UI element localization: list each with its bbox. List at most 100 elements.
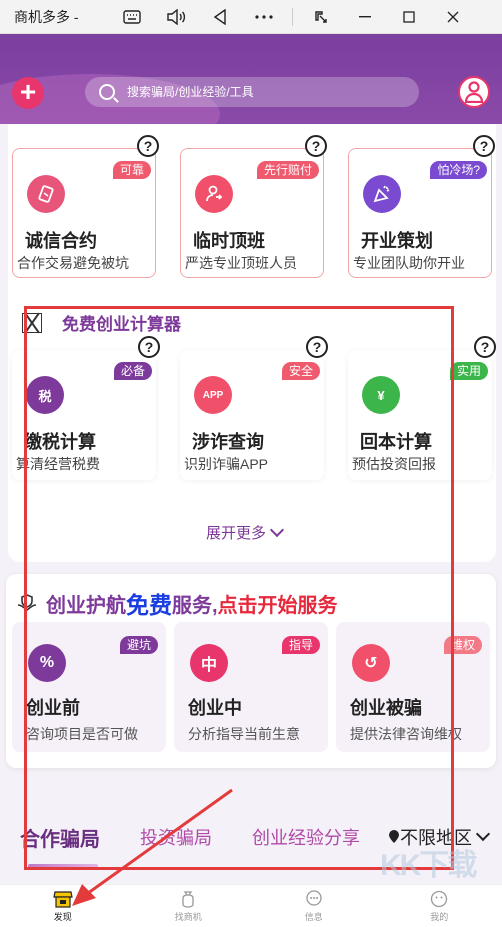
service-panel: 创业护航 免费 服务, 点击开始服务 % 避坑 创业前 咨询项目是否可做 中 指… — [6, 574, 496, 768]
maximize-icon[interactable] — [387, 0, 431, 34]
hand-shield-icon — [17, 594, 37, 612]
window-title: 商机多多 - — [14, 8, 79, 25]
service-card-before[interactable]: % 避坑 创业前 咨询项目是否可做 — [12, 622, 166, 752]
nav-messages[interactable]: 信息 — [251, 885, 377, 927]
tag-badge: 先行赔付 — [256, 161, 319, 179]
minimize-icon[interactable] — [343, 0, 387, 34]
card-title: 创业被骗 — [350, 698, 422, 718]
card-desc: 识别诈骗APP — [184, 456, 269, 472]
watermark-logo: KK下载 — [380, 849, 477, 882]
broken-image-icon — [22, 312, 42, 333]
card-desc: 专业团队助你开业 — [353, 255, 465, 271]
tag-badge: 维权 — [443, 636, 482, 654]
zhong-icon: 中 — [190, 644, 228, 682]
card-tax-calc[interactable]: ? 税 必备 缴税计算 算清经营税费 — [12, 336, 160, 480]
percent-icon: % — [28, 644, 66, 682]
nav-find-business[interactable]: 找商机 — [126, 885, 252, 927]
titlebar-divider — [292, 7, 293, 26]
tab-cooperation-scam[interactable]: 合作骗局 — [20, 823, 100, 852]
user-avatar-button[interactable] — [458, 76, 490, 108]
tag-badge: 可靠 — [112, 161, 151, 179]
card-title: 临时顶班 — [193, 231, 265, 251]
nav-label: 找商机 — [174, 911, 202, 922]
contract-icon — [27, 175, 65, 213]
card-integrity-contract[interactable]: ? 可靠 诚信合约 合作交易避免被坑 — [12, 135, 159, 278]
card-payback-calc[interactable]: ? ¥ 实用 回本计算 预估投资回报 — [348, 336, 496, 480]
card-temp-shift[interactable]: ? 先行赔付 临时顶班 严选专业顶班人员 — [180, 135, 327, 278]
tag-badge: 安全 — [281, 362, 320, 380]
tab-experience-share[interactable]: 创业经验分享 — [252, 824, 360, 850]
money-bag-icon — [182, 890, 194, 908]
search-icon — [99, 84, 115, 100]
calculator-title: 免费创业计算器 — [62, 315, 181, 334]
card-desc: 严选专业顶班人员 — [185, 255, 297, 271]
card-opening-plan[interactable]: ? 怕冷场? 开业策划 专业团队助你开业 — [348, 135, 495, 278]
bottom-nav: 发现 找商机 信息 我的 — [0, 884, 502, 927]
nav-label: 我的 — [430, 911, 449, 922]
tag-badge: 必备 — [113, 362, 152, 380]
nav-label: 发现 — [53, 911, 72, 922]
search-input[interactable] — [127, 85, 387, 99]
card-title: 回本计算 — [360, 432, 432, 452]
card-desc: 预估投资回报 — [352, 456, 436, 472]
volume-icon[interactable] — [154, 0, 198, 34]
card-title: 开业策划 — [361, 231, 433, 251]
app-header: + — [0, 34, 502, 124]
expand-more-label: 展开更多 — [206, 525, 267, 542]
tab-investment-scam[interactable]: 投资骗局 — [140, 824, 212, 850]
card-desc: 分析指导当前生意 — [188, 726, 300, 742]
search-bar[interactable] — [85, 77, 419, 107]
user-icon — [464, 81, 484, 103]
money-icon: ¥ — [362, 376, 400, 414]
calculator-section-title: 免费创业计算器 — [22, 310, 181, 335]
chevron-down-icon — [269, 522, 285, 537]
card-title: 缴税计算 — [24, 432, 96, 452]
service-title-part: 服务, — [172, 594, 218, 617]
keyboard-icon[interactable] — [110, 0, 154, 34]
party-icon — [363, 175, 401, 213]
card-desc: 算清经营税费 — [16, 456, 100, 472]
shop-icon — [53, 890, 73, 908]
chevron-down-icon — [475, 826, 491, 842]
service-card-during[interactable]: 中 指导 创业中 分析指导当前生意 — [174, 622, 328, 752]
card-fraud-query[interactable]: ? APP 安全 涉诈查询 识别诈骗APP — [180, 336, 328, 480]
refund-icon: ↺ — [352, 644, 390, 682]
more-dots-icon[interactable] — [242, 0, 286, 34]
card-desc: 合作交易避免被坑 — [17, 255, 129, 271]
card-desc: 提供法律咨询维权 — [350, 726, 462, 742]
close-icon[interactable] — [431, 0, 475, 34]
nav-label: 信息 — [304, 911, 323, 922]
help-icon[interactable]: ? — [305, 135, 327, 157]
card-title: 诚信合约 — [25, 231, 97, 251]
add-button[interactable]: + — [12, 77, 44, 109]
person-swap-icon — [195, 175, 233, 213]
card-title: 创业中 — [188, 698, 242, 718]
help-icon[interactable]: ? — [473, 135, 495, 157]
help-icon[interactable]: ? — [474, 336, 496, 358]
tag-badge: 避坑 — [119, 636, 158, 654]
nav-mine[interactable]: 我的 — [377, 885, 502, 927]
tag-badge: 怕冷场? — [430, 161, 487, 179]
face-icon — [431, 890, 448, 907]
nav-discover[interactable]: 发现 — [0, 885, 126, 927]
window-titlebar: 商机多多 - — [0, 0, 502, 34]
tax-icon: 税 — [26, 376, 64, 414]
service-title-part: 创业护航 — [46, 594, 126, 617]
tab-active-indicator — [28, 864, 98, 868]
tools-panel: ? 可靠 诚信合约 合作交易避免被坑 ? 先行赔付 临时顶班 严选专业顶班人员 … — [8, 124, 496, 562]
tag-badge: 指导 — [281, 636, 320, 654]
service-title-cta: 点击开始服务 — [217, 594, 338, 617]
card-title: 涉诈查询 — [192, 432, 264, 452]
service-title[interactable]: 创业护航 免费 服务, 点击开始服务 — [16, 586, 338, 620]
main-content: ? 可靠 诚信合约 合作交易避免被坑 ? 先行赔付 临时顶班 严选专业顶班人员 … — [0, 124, 502, 884]
service-title-free: 免费 — [126, 592, 172, 618]
pin-icon[interactable] — [299, 0, 343, 34]
expand-more-button[interactable]: 展开更多 — [206, 522, 285, 543]
tag-badge: 实用 — [449, 362, 488, 380]
help-icon[interactable]: ? — [306, 336, 328, 358]
service-card-scammed[interactable]: ↺ 维权 创业被骗 提供法律咨询维权 — [336, 622, 490, 752]
help-icon[interactable]: ? — [138, 336, 160, 358]
back-triangle-icon[interactable] — [198, 0, 242, 34]
card-title: 创业前 — [26, 698, 80, 718]
help-icon[interactable]: ? — [137, 135, 159, 157]
